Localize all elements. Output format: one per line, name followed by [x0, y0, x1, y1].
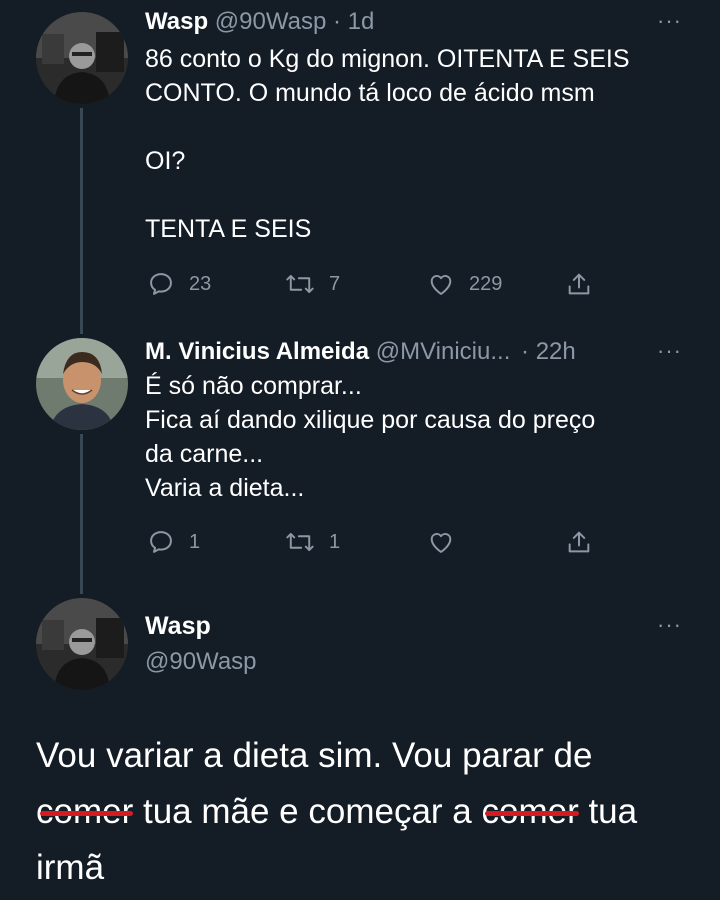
share-icon	[568, 531, 590, 553]
redacted-word: comer	[36, 784, 134, 840]
retweet-button[interactable]: 1	[285, 528, 340, 556]
more-icon[interactable]: ···	[657, 8, 682, 34]
tweet-text-part: tua mãe e começar a	[133, 792, 482, 831]
author-name[interactable]: Wasp	[145, 612, 211, 641]
redacted-word: comer	[481, 784, 579, 840]
handle-time[interactable]: @90Wasp · 1d	[215, 8, 375, 35]
tweet-text: Vou variar a dieta sim. Vou parar de com…	[36, 728, 696, 896]
more-icon[interactable]: ···	[657, 338, 682, 364]
like-button[interactable]: 229	[427, 270, 502, 298]
reply-button[interactable]: 23	[147, 270, 211, 298]
reply-count: 23	[189, 272, 212, 295]
avatar-image	[36, 12, 128, 104]
tweet-header: Wasp @90Wasp · 1d	[145, 8, 374, 36]
avatar-vinicius[interactable]	[36, 338, 128, 430]
retweet-count: 7	[329, 272, 341, 295]
tweet-reply[interactable]: M. Vinicius Almeida @MViniciu... · 22h ·…	[0, 330, 720, 590]
more-icon[interactable]: ···	[657, 612, 682, 638]
retweet-button[interactable]: 7	[285, 270, 340, 298]
avatar-wasp[interactable]	[36, 598, 128, 690]
avatar-image	[36, 598, 128, 690]
tweet-text: 86 conto o Kg do mignon. OITENTA E SEIS …	[145, 45, 630, 243]
reply-icon	[150, 531, 172, 553]
avatar-image	[36, 338, 128, 430]
author-name[interactable]: M. Vinicius Almeida	[145, 338, 369, 365]
tweet-header: M. Vinicius Almeida @MViniciu... · 22h	[145, 338, 576, 366]
tweet-text-part: irmã	[36, 848, 105, 887]
like-icon	[430, 275, 452, 295]
tweet-text-part: tua	[578, 792, 638, 831]
share-button[interactable]	[565, 270, 593, 298]
reply-count: 1	[189, 530, 201, 553]
tweet-actions: 1 1	[145, 528, 615, 562]
author-handle[interactable]: @90Wasp	[145, 648, 257, 676]
like-icon	[430, 533, 452, 553]
retweet-count: 1	[329, 530, 341, 553]
reply-icon	[150, 273, 172, 295]
tweet-main: Wasp @90Wasp ··· Vou variar a dieta sim.…	[0, 590, 720, 900]
tweet-original[interactable]: Wasp @90Wasp · 1d ··· 86 conto o Kg do m…	[0, 0, 720, 330]
tweet-actions: 23 7 229	[145, 270, 615, 304]
author-name[interactable]: Wasp	[145, 8, 208, 35]
reply-button[interactable]: 1	[147, 528, 200, 556]
retweet-icon	[286, 532, 314, 552]
author-handle[interactable]: @MViniciu...	[376, 338, 511, 365]
like-count: 229	[469, 272, 503, 295]
tweet-text-part: Vou variar a dieta sim. Vou parar de	[36, 736, 593, 775]
tweet-text: É só não comprar... Fica aí dando xiliqu…	[145, 372, 596, 502]
avatar-wasp[interactable]	[36, 12, 128, 104]
share-icon	[568, 273, 590, 295]
share-button[interactable]	[565, 528, 593, 556]
retweet-icon	[286, 274, 314, 294]
tweet-time[interactable]: · 22h	[521, 338, 576, 365]
like-button[interactable]	[427, 528, 455, 556]
